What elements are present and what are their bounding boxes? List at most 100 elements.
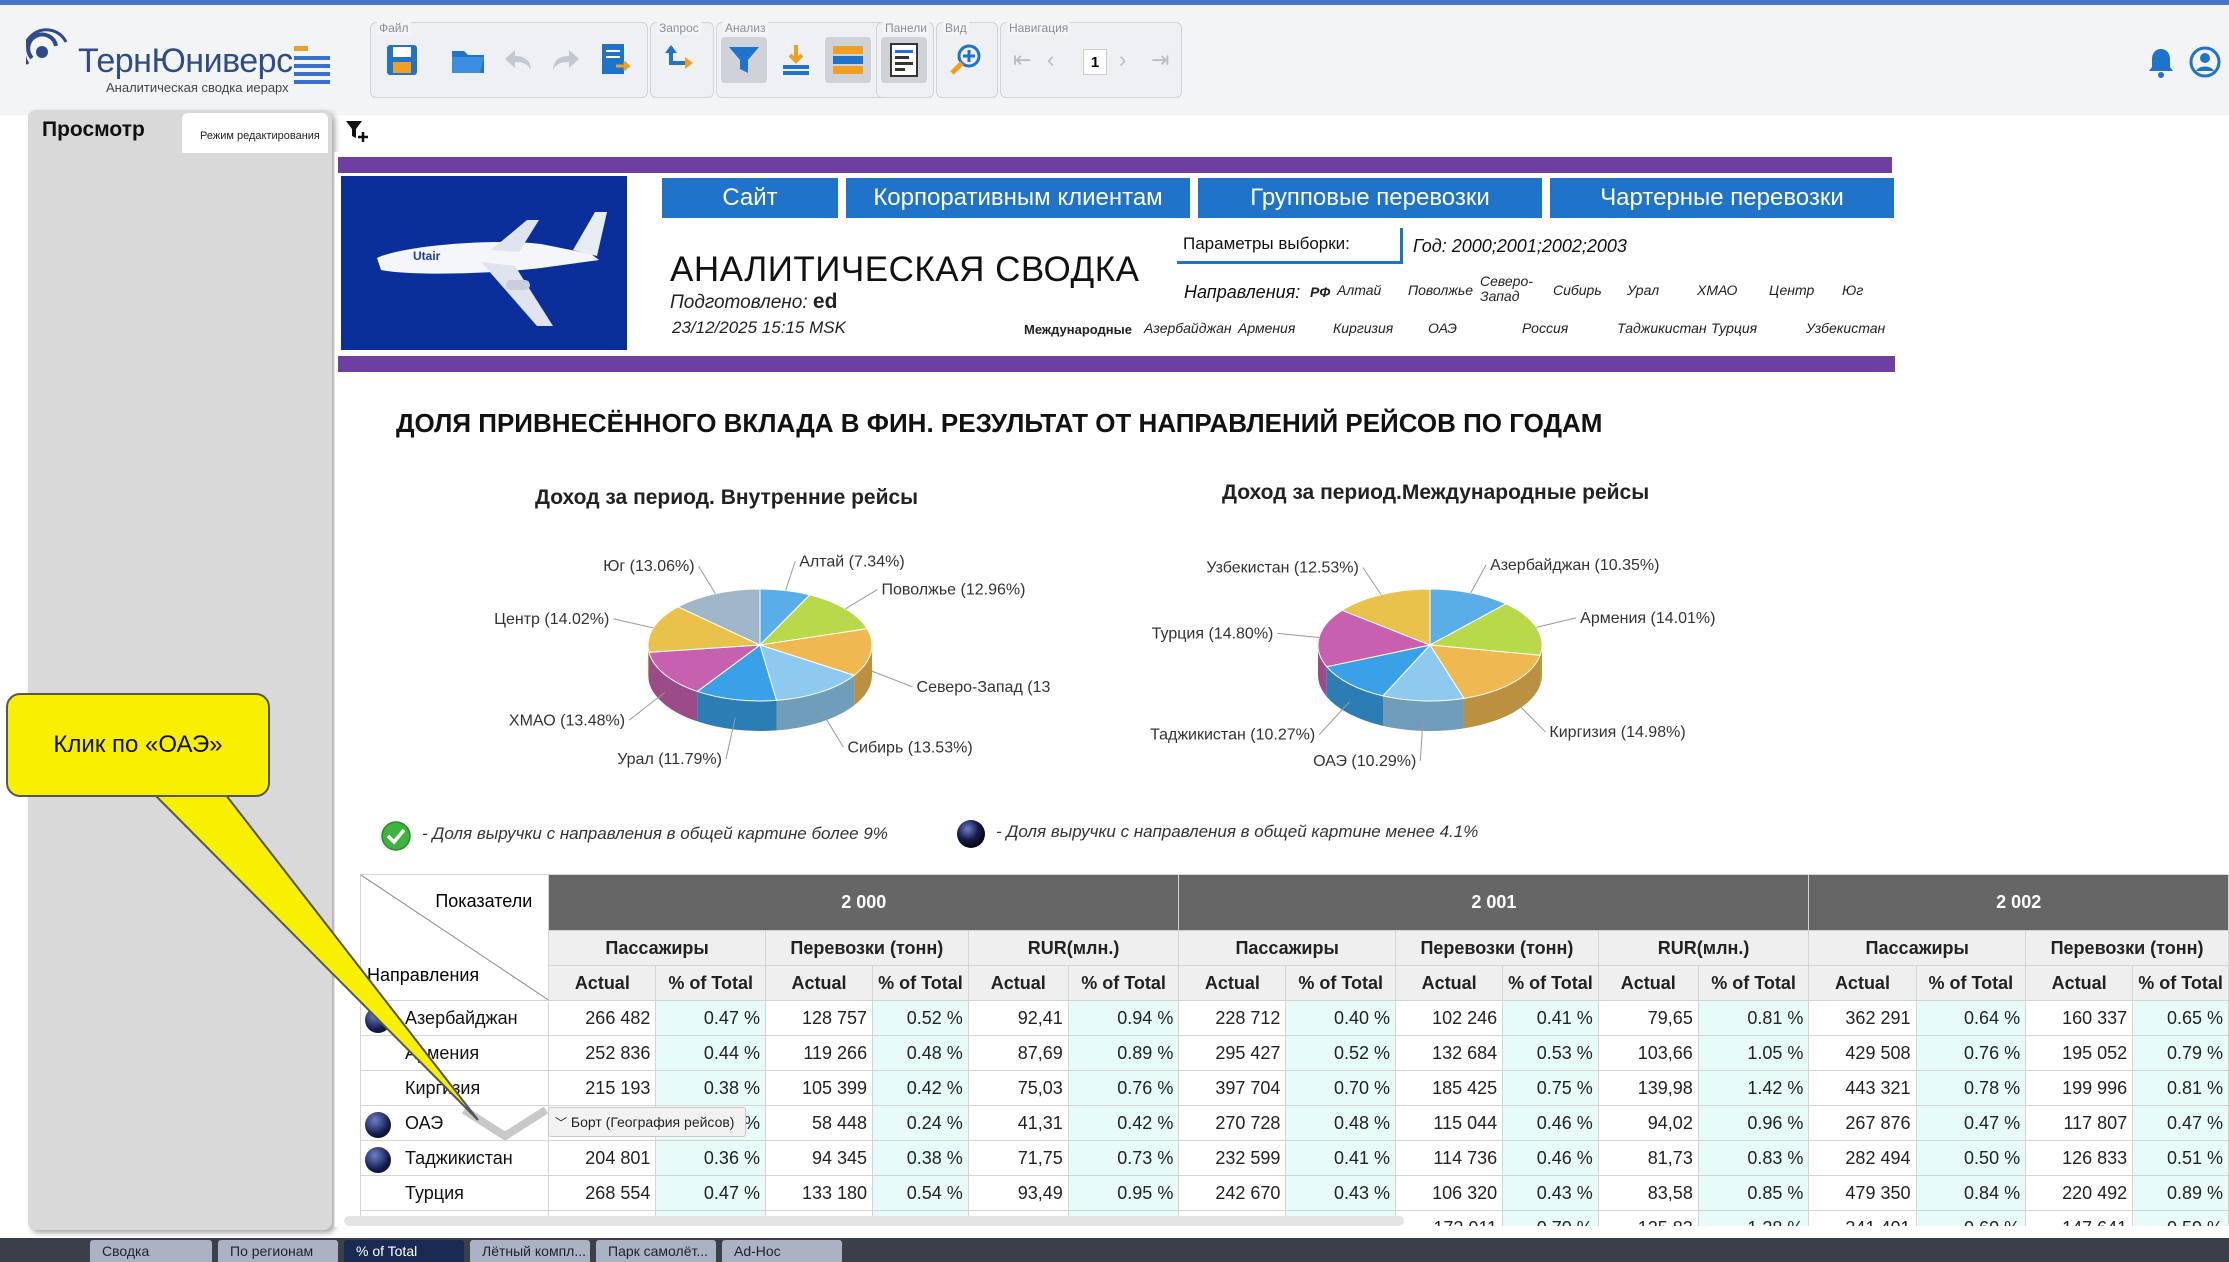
drill-tooltip[interactable]: ﹀ Борт (География рейсов)	[548, 1107, 746, 1137]
actual-cell: 41,31	[967, 1105, 1069, 1141]
pie-title-domestic: Доход за период. Внутренние рейсы	[535, 486, 919, 509]
metric-header[interactable]: RUR(млн.)	[967, 930, 1180, 966]
actual-cell: 295 427	[1178, 1035, 1287, 1071]
panels-button[interactable]	[881, 37, 927, 83]
filter-add-icon[interactable]	[344, 118, 370, 144]
metric-header[interactable]: Перевозки (тонн)	[764, 930, 969, 966]
next-page-button[interactable]: ›	[1119, 47, 1126, 73]
expand-chevron-icon[interactable]	[460, 1106, 550, 1142]
pct-cell: 1.28 %	[1697, 1210, 1810, 1226]
direction-khmao[interactable]: ХМАО	[1697, 282, 1737, 298]
layers-button[interactable]	[825, 37, 871, 83]
tab-edit-mode[interactable]: Режим редактирования	[182, 113, 328, 153]
direction-cell[interactable]: Турция	[360, 1175, 550, 1211]
year-header[interactable]: 2 000	[548, 874, 1180, 931]
metric-header[interactable]: Пассажиры	[1808, 930, 2027, 966]
direction-center[interactable]: Центр	[1769, 282, 1814, 298]
direction-international[interactable]: Международные	[1024, 322, 1132, 337]
first-page-button[interactable]: ⇤	[1013, 47, 1031, 73]
prev-page-button[interactable]: ‹	[1047, 47, 1054, 73]
horizontal-scrollbar[interactable]	[344, 1216, 1404, 1226]
direction-altai[interactable]: Алтай	[1337, 282, 1381, 298]
direction-northwest[interactable]: Северо- Запад	[1480, 274, 1533, 304]
toolbar-group-label: Вид	[943, 21, 969, 35]
actual-header[interactable]: Actual	[548, 965, 657, 1001]
nav-button-group[interactable]: Групповые перевозки	[1198, 178, 1542, 218]
last-page-button[interactable]: ⇥	[1151, 47, 1169, 73]
tab-summary[interactable]: Сводка	[90, 1240, 212, 1262]
actual-header[interactable]: Actual	[1178, 965, 1287, 1001]
redo-button[interactable]	[543, 37, 589, 83]
direction-turkey[interactable]: Турция	[1711, 320, 1757, 336]
undo-button[interactable]	[495, 37, 541, 83]
pct-cell: 0.43 %	[1502, 1175, 1599, 1211]
metric-header[interactable]: Пассажиры	[548, 930, 766, 966]
data-table: Показатели Направления 2 000 2 001 2 002…	[360, 874, 2229, 1226]
export-button[interactable]	[591, 37, 637, 83]
direction-volga[interactable]: Поволжье	[1408, 282, 1473, 298]
pct-header[interactable]: % of Total	[1697, 965, 1810, 1001]
page-number[interactable]: 1	[1083, 49, 1107, 75]
year-header[interactable]: 2 001	[1178, 874, 1810, 931]
pct-cell: 0.75 %	[1502, 1070, 1599, 1106]
pct-header[interactable]: % of Total	[872, 965, 969, 1001]
actual-header[interactable]: Actual	[2025, 965, 2134, 1001]
direction-tajikistan[interactable]: Таджикистан	[1617, 320, 1707, 336]
tab-fleet[interactable]: Парк самолёт...	[596, 1240, 716, 1262]
direction-uzbekistan[interactable]: Узбекистан	[1806, 320, 1885, 336]
metric-header[interactable]: RUR(млн.)	[1597, 930, 1810, 966]
actual-header[interactable]: Actual	[1395, 965, 1504, 1001]
direction-siberia[interactable]: Сибирь	[1553, 282, 1602, 298]
actual-header[interactable]: Actual	[764, 965, 874, 1001]
direction-azerbaijan[interactable]: Азербайджан	[1144, 320, 1232, 336]
tab-by-region[interactable]: По регионам	[218, 1240, 338, 1262]
actual-cell: 172 911	[1395, 1210, 1504, 1226]
direction-ural[interactable]: Урал	[1627, 282, 1659, 298]
pct-header[interactable]: % of Total	[1915, 965, 2027, 1001]
actual-header[interactable]: Actual	[967, 965, 1069, 1001]
tab-adhoc[interactable]: Ad-Hoc	[722, 1240, 842, 1262]
zoom-button[interactable]	[943, 37, 989, 83]
query-button[interactable]	[659, 37, 705, 83]
direction-cell[interactable]: Таджикистан	[360, 1140, 550, 1176]
actual-cell: 215 193	[548, 1070, 657, 1106]
metric-header[interactable]: Перевозки (тонн)	[1395, 930, 1599, 966]
direction-cell[interactable]: Азербайджан	[360, 1000, 550, 1036]
direction-south[interactable]: Юг	[1842, 282, 1863, 298]
direction-cell[interactable]: Киргизия	[360, 1070, 550, 1106]
report-datetime: 23/12/2025 15:15 MSK	[672, 318, 846, 337]
pct-header[interactable]: % of Total	[655, 965, 766, 1001]
user-profile-icon[interactable]	[2188, 45, 2222, 79]
direction-armenia[interactable]: Армения	[1238, 320, 1295, 336]
bell-icon[interactable]	[2144, 45, 2178, 79]
metric-header[interactable]: Перевозки (тонн)	[2025, 930, 2229, 966]
tab-flight-crew[interactable]: Лётный компл...	[470, 1240, 590, 1262]
main-heading: ДОЛЯ ПРИВНЕСЁННОГО ВКЛАДА В ФИН. РЕЗУЛЬТ…	[396, 408, 1603, 438]
tab-pct-total[interactable]: % of Total	[344, 1240, 464, 1262]
nav-button-charter[interactable]: Чартерные перевозки	[1550, 178, 1894, 218]
actual-header[interactable]: Actual	[1597, 965, 1699, 1001]
direction-kyrgyzstan[interactable]: Киргизия	[1333, 320, 1393, 336]
save-button[interactable]	[379, 37, 425, 83]
filter-button[interactable]	[721, 37, 767, 83]
direction-rf[interactable]: РФ	[1310, 284, 1330, 300]
metric-header[interactable]: Пассажиры	[1178, 930, 1397, 966]
actual-cell: 362 291	[1808, 1000, 1917, 1036]
nav-button-corporate[interactable]: Корпоративным клиентам	[846, 178, 1190, 218]
pct-header[interactable]: % of Total	[1285, 965, 1397, 1001]
pct-header[interactable]: % of Total	[1067, 965, 1180, 1001]
actual-header[interactable]: Actual	[1808, 965, 1917, 1001]
pct-header[interactable]: % of Total	[1502, 965, 1599, 1001]
undo-icon	[505, 50, 531, 70]
direction-russia[interactable]: Россия	[1522, 320, 1568, 336]
svg-text:Utair: Utair	[413, 249, 441, 263]
direction-cell[interactable]: Армения	[360, 1035, 550, 1071]
sort-button[interactable]	[773, 37, 819, 83]
direction-uae[interactable]: ОАЭ	[1428, 320, 1457, 336]
open-button[interactable]	[445, 37, 491, 83]
year-header[interactable]: 2 002	[1808, 874, 2229, 931]
tab-view[interactable]: Просмотр	[28, 110, 180, 150]
nav-button-site[interactable]: Сайт	[662, 178, 838, 218]
pct-header[interactable]: % of Total	[2132, 965, 2229, 1001]
sidebar-panel	[28, 110, 332, 1230]
